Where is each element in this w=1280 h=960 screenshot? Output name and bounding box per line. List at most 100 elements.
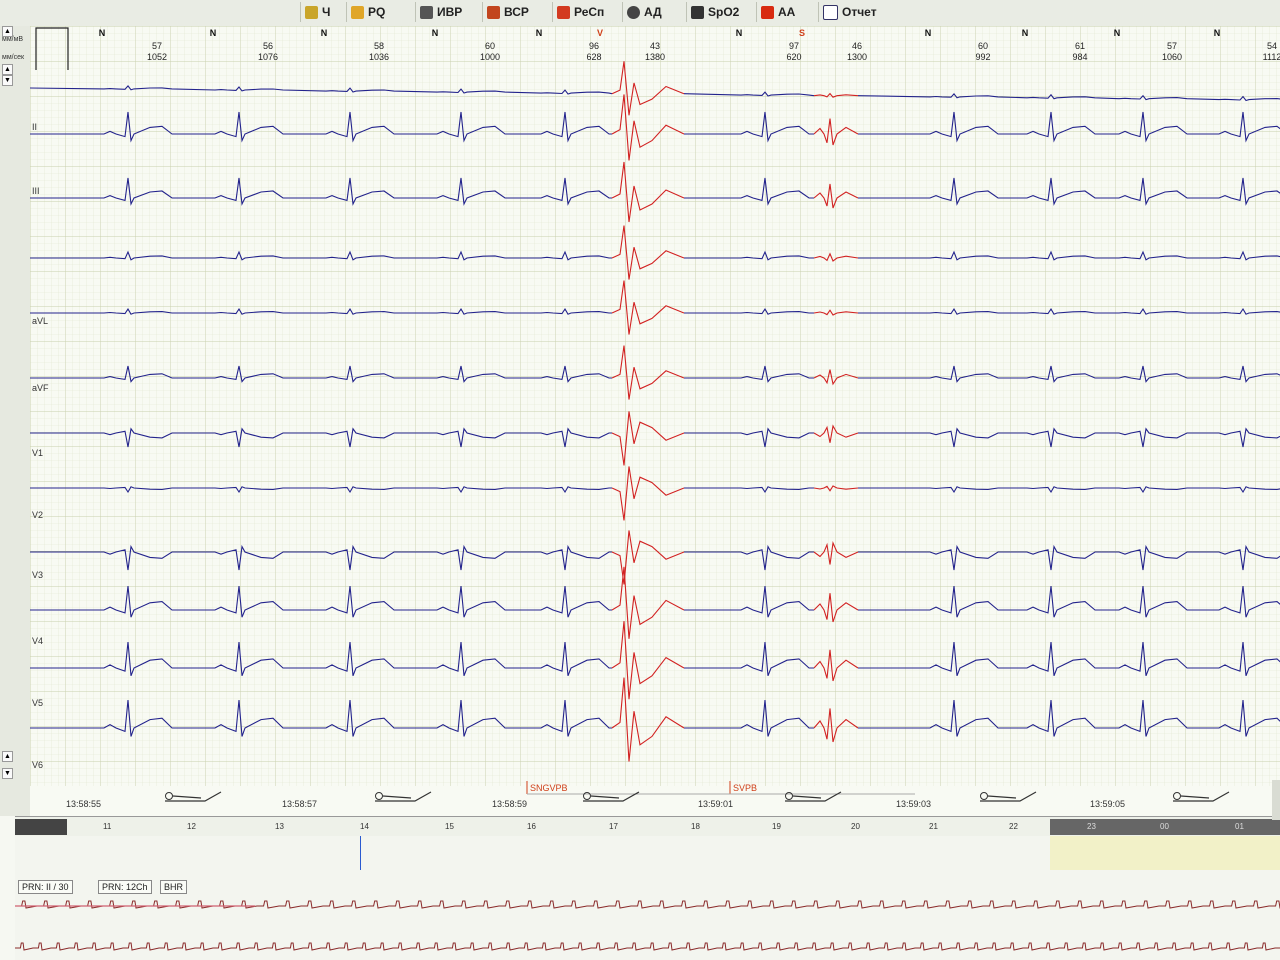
blood-pressure-button[interactable]: АД	[622, 2, 666, 22]
beat-rr-value: 1000	[480, 52, 500, 62]
beat-type-label[interactable]: N	[321, 28, 328, 38]
lead-label: III	[32, 186, 40, 196]
time-label: 13:58:59	[492, 799, 527, 809]
beat-hr-value: 54	[1267, 41, 1277, 51]
beat-hr-value: 43	[650, 41, 660, 51]
hour-tick-label[interactable]: 22	[1009, 822, 1018, 831]
time-label: 13:59:05	[1090, 799, 1125, 809]
beat-rr-value: 628	[586, 52, 601, 62]
hour-tick-label[interactable]: 23	[1087, 822, 1096, 831]
hour-tick-label[interactable]: 17	[609, 822, 618, 831]
beat-type-label[interactable]: N	[1022, 28, 1029, 38]
arrhythmia-button[interactable]: АА	[756, 2, 799, 22]
lead-label: aVL	[32, 316, 48, 326]
beat-type-label[interactable]: S	[799, 28, 805, 38]
hour-tick-label[interactable]: 14	[360, 822, 369, 831]
scroll-up-button[interactable]: ▲	[2, 751, 13, 762]
pq-button[interactable]: PQ	[346, 2, 389, 22]
hour-tick-label[interactable]: 21	[929, 822, 938, 831]
hour-tick-label[interactable]: 12	[187, 822, 196, 831]
hour-timeline[interactable]: 11 12 13 14 15 16 17 18 19 20 21 22 23 00 01	[15, 816, 1280, 838]
left-scale-panel: мм/мВ мм/сек ▲ ▲ ▼ ▲ ▼	[0, 26, 31, 816]
blood-pressure-button-label: АД	[644, 5, 662, 19]
lead-label: II	[32, 122, 37, 132]
beat-hr-value: 46	[852, 41, 862, 51]
prn-lead-tag[interactable]: PRN: II / 30	[18, 880, 73, 894]
blood-pressure-icon	[627, 5, 640, 19]
beat-rr-value: 984	[1072, 52, 1087, 62]
prn-channels-tag[interactable]: PRN: 12Ch	[98, 880, 152, 894]
respiration-button[interactable]: РеСп	[552, 2, 608, 22]
lead-label: V4	[32, 636, 43, 646]
beat-rr-value: 1060	[1162, 52, 1182, 62]
overview-trace-upper	[15, 900, 1280, 909]
beat-hr-value: 58	[374, 41, 384, 51]
time-label: 13:59:01	[698, 799, 733, 809]
beat-type-label[interactable]: N	[432, 28, 439, 38]
overview-panel[interactable]	[15, 836, 1280, 960]
beat-type-label[interactable]: N	[536, 28, 543, 38]
report-button[interactable]: Отчет	[818, 2, 881, 22]
amplitude-up-button[interactable]: ▲	[2, 26, 13, 37]
respiration-icon	[557, 5, 570, 19]
hour-tick-label[interactable]: 01	[1235, 822, 1244, 831]
spo2-button[interactable]: SpO2	[686, 2, 743, 22]
scale-unit-amplitude: мм/мВ	[2, 36, 24, 43]
hr-button[interactable]: Ч	[300, 2, 334, 22]
beat-type-label[interactable]: N	[1114, 28, 1121, 38]
beat-hr-value: 60	[485, 41, 495, 51]
beat-type-label[interactable]: N	[1214, 28, 1221, 38]
ivr-button[interactable]: ИВР	[415, 2, 466, 22]
scroll-down-button[interactable]: ▼	[2, 768, 13, 779]
lead-label: V1	[32, 448, 43, 458]
lead-label: V3	[32, 570, 43, 580]
arrhythmia-button-label: АА	[778, 5, 796, 19]
ecg-strip[interactable]: N571052N561076N581036N601000N96628V43138…	[30, 26, 1280, 816]
hour-tick-label[interactable]: 13	[275, 822, 284, 831]
beat-rr-value: 1052	[147, 52, 167, 62]
time-label: 13:58:55	[66, 799, 101, 809]
timeline-start-block	[15, 819, 67, 835]
hrv-button-label: ВСР	[504, 5, 529, 19]
speed-up-button[interactable]: ▲	[2, 64, 13, 75]
time-label: 13:58:57	[282, 799, 317, 809]
toolbar: Ч PQ ИВР ВСР РеСп АД SpO2 АА Отчет	[0, 0, 1280, 27]
beat-hr-value: 97	[789, 41, 799, 51]
hrv-icon	[487, 5, 500, 19]
beat-type-label[interactable]: V	[597, 28, 603, 38]
beat-rr-value: 992	[975, 52, 990, 62]
beat-hr-value: 96	[589, 41, 599, 51]
lead-label: V6	[32, 760, 43, 770]
overview-trace-lower	[15, 942, 1280, 951]
pq-button-label: PQ	[368, 5, 386, 19]
pq-icon	[351, 5, 364, 19]
beat-type-label[interactable]: N	[210, 28, 217, 38]
beat-type-label[interactable]: N	[736, 28, 743, 38]
time-label: 13:59:03	[896, 799, 931, 809]
speed-down-button[interactable]: ▼	[2, 75, 13, 86]
scale-unit-speed: мм/сек	[2, 54, 25, 61]
beat-hr-value: 61	[1075, 41, 1085, 51]
beat-hr-value: 60	[978, 41, 988, 51]
report-button-label: Отчет	[842, 5, 877, 19]
beat-type-label[interactable]: N	[99, 28, 106, 38]
lead-label: V5	[32, 698, 43, 708]
hour-tick-label[interactable]: 00	[1160, 822, 1169, 831]
lead-label: aVF	[32, 383, 49, 393]
hour-tick-label[interactable]: 11	[103, 822, 111, 831]
ivr-icon	[420, 5, 433, 19]
beat-type-label[interactable]: N	[925, 28, 932, 38]
hour-tick-label[interactable]: 16	[527, 822, 536, 831]
right-scroll[interactable]	[1272, 780, 1280, 820]
event-label[interactable]: SNGVPB	[530, 783, 568, 793]
hrv-button[interactable]: ВСР	[482, 2, 533, 22]
event-label[interactable]: SVPB	[733, 783, 757, 793]
bhr-tag[interactable]: BHR	[160, 880, 188, 894]
hour-tick-label[interactable]: 15	[445, 822, 454, 831]
ivr-button-label: ИВР	[437, 5, 463, 19]
hour-tick-label[interactable]: 19	[772, 822, 781, 831]
hour-tick-label[interactable]: 20	[851, 822, 860, 831]
hr-icon	[305, 5, 318, 19]
hour-tick-label[interactable]: 18	[691, 822, 700, 831]
beat-rr-value: 620	[786, 52, 801, 62]
